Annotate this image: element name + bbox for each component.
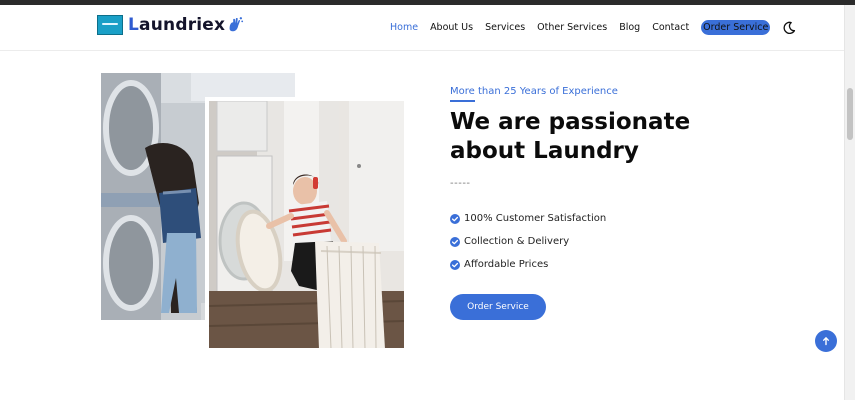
order-service-button[interactable]: Order Service	[450, 294, 546, 320]
site-logo[interactable]: Laundriex	[97, 15, 244, 35]
nav-contact[interactable]: Contact	[652, 22, 689, 33]
arrow-up-icon	[823, 337, 829, 346]
nav-home[interactable]: Home	[390, 22, 418, 33]
feature-item: Collection & Delivery	[450, 230, 606, 253]
eyebrow-underline	[450, 100, 475, 102]
nav-about-us[interactable]: About Us	[430, 22, 473, 33]
feature-list: 100% Customer Satisfaction Collection & …	[450, 207, 606, 276]
nav-other-services[interactable]: Other Services	[537, 22, 607, 33]
feature-label: Affordable Prices	[464, 259, 549, 270]
check-circle-icon	[450, 259, 460, 270]
feature-item: Affordable Prices	[450, 253, 606, 276]
nav-order-service-button[interactable]: Order Service	[701, 20, 771, 35]
page-scrollbar[interactable]	[844, 5, 855, 400]
feature-label: Collection & Delivery	[464, 236, 570, 247]
moon-icon[interactable]	[782, 21, 796, 35]
site-header: Laundriex Home About Us Services Other S…	[0, 5, 845, 51]
main-nav: Home About Us Services Other Services Bl…	[390, 20, 796, 35]
logo-text: Laundriex	[128, 15, 226, 35]
check-circle-icon	[450, 236, 460, 247]
check-circle-icon	[450, 213, 460, 224]
scrollbar-thumb[interactable]	[847, 88, 853, 140]
hand-wash-icon	[229, 17, 244, 32]
hero-title: We are passionate about Laundry	[450, 109, 691, 164]
section-divider: -----	[450, 178, 471, 189]
nav-services[interactable]: Services	[485, 22, 525, 33]
hero-eyebrow: More than 25 Years of Experience	[450, 86, 618, 97]
feature-label: 100% Customer Satisfaction	[464, 213, 607, 224]
back-to-top-button[interactable]	[815, 330, 837, 352]
nav-blog[interactable]: Blog	[619, 22, 640, 33]
woman-laundry-photo	[205, 97, 404, 348]
feature-item: 100% Customer Satisfaction	[450, 207, 606, 230]
logo-badge-icon	[97, 15, 123, 35]
